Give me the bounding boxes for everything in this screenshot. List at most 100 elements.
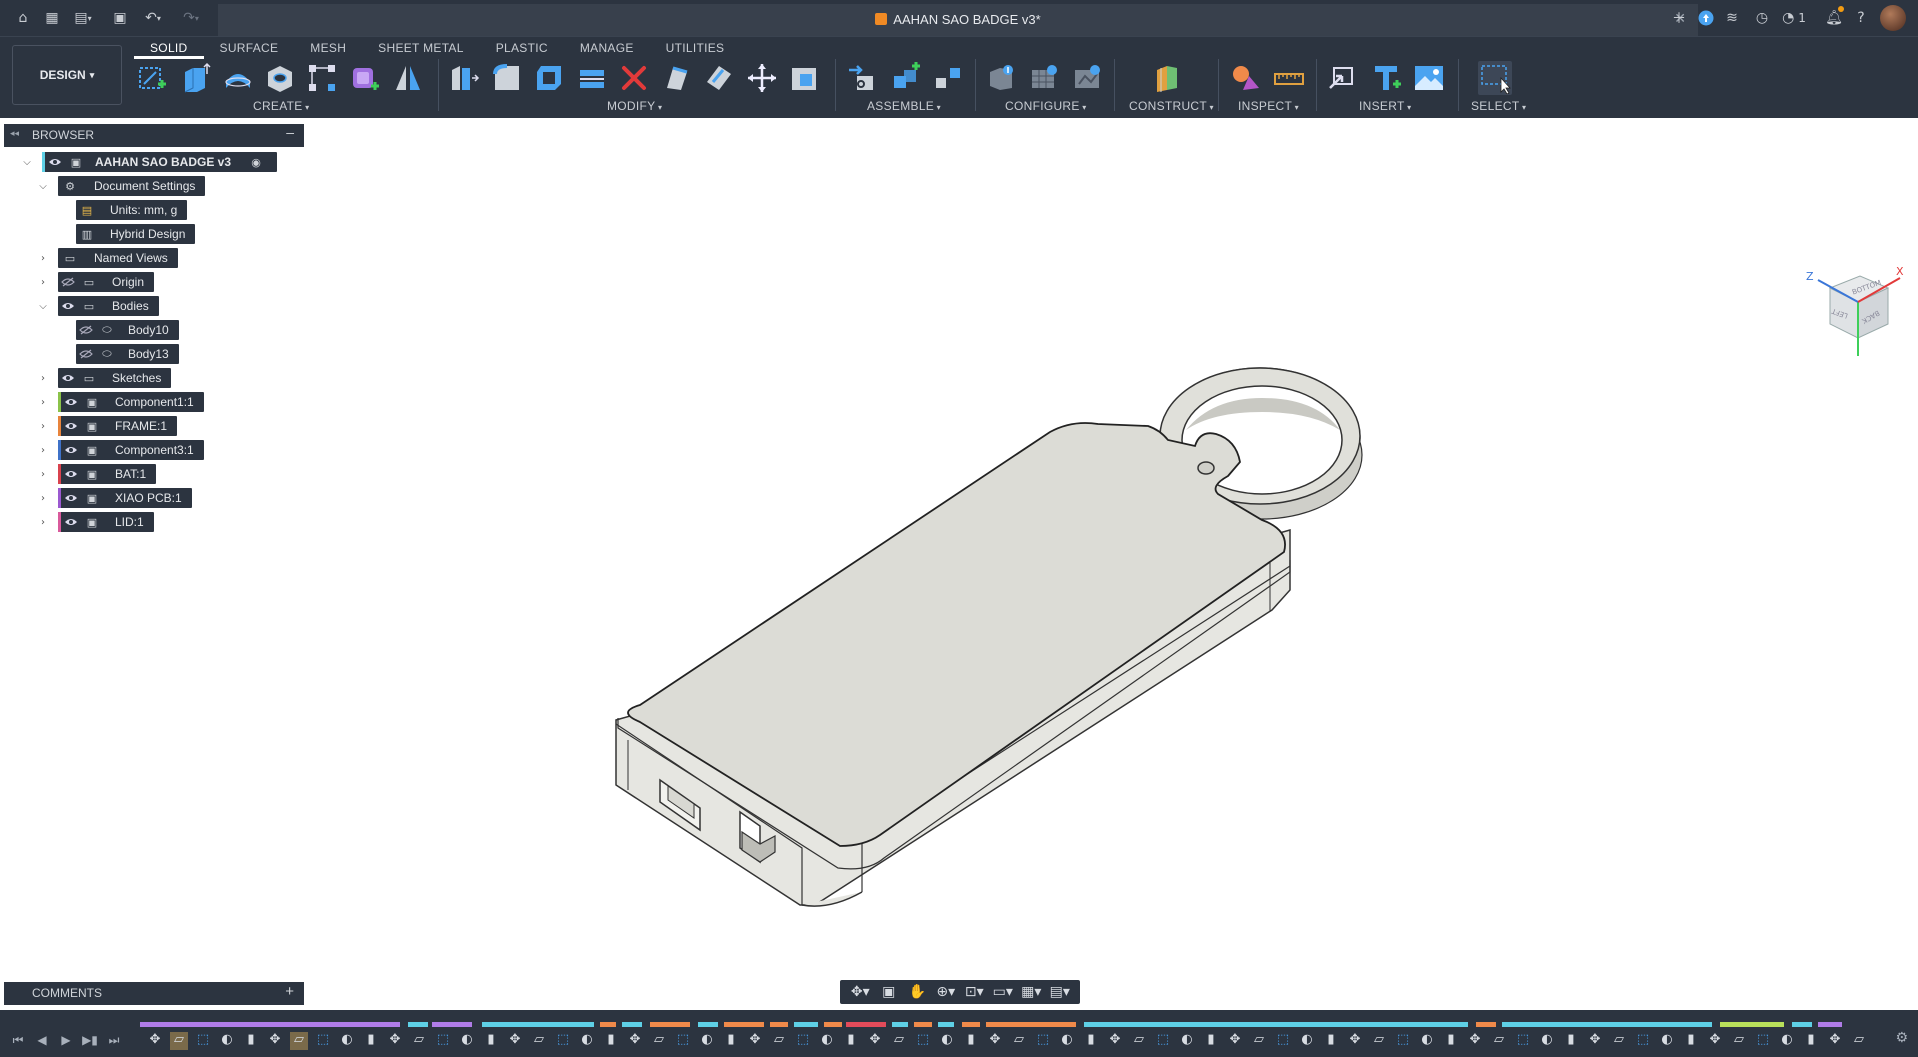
construct-plane-icon[interactable]	[1150, 61, 1184, 95]
save-icon[interactable]: ▣	[110, 8, 130, 28]
move-icon[interactable]	[745, 61, 779, 95]
help-icon[interactable]: ?	[1851, 8, 1871, 28]
timeline-feature-icon[interactable]: ✥	[626, 1032, 644, 1050]
tree-node-root[interactable]: ▣ AAHAN SAO BADGE v3 ◉	[42, 152, 278, 172]
timeline-feature-icon[interactable]: ▮	[1802, 1032, 1820, 1050]
chevron-right-icon[interactable]: ›	[36, 275, 50, 289]
redo-icon[interactable]: ↷ ▾	[176, 8, 206, 28]
insert-menu[interactable]: INSERT	[1359, 99, 1411, 113]
timeline-feature-icon[interactable]: ▮	[1562, 1032, 1580, 1050]
timeline-feature-icon[interactable]: ✥	[386, 1032, 404, 1050]
timeline-feature-icon[interactable]: ◐	[1418, 1032, 1436, 1050]
chevron-right-icon[interactable]: ›	[36, 443, 50, 457]
chevron-down-icon[interactable]: ⌵	[20, 155, 34, 169]
fillet-icon[interactable]	[490, 61, 524, 95]
timeline-feature-icon[interactable]: ▱	[170, 1032, 188, 1050]
orbit-icon[interactable]: ✥▾	[848, 982, 872, 1002]
timeline-feature-icon[interactable]: ✥	[146, 1032, 164, 1050]
viewports-icon[interactable]: ▤▾	[1048, 982, 1072, 1002]
timeline-feature-icon[interactable]: ▱	[770, 1032, 788, 1050]
timeline-feature-icon[interactable]: ▮	[1442, 1032, 1460, 1050]
eye-hidden-icon[interactable]	[76, 344, 96, 364]
timeline-feature-icon[interactable]: ⬚	[674, 1032, 692, 1050]
tree-node-body10[interactable]: ⬭ Body10	[76, 320, 179, 340]
timeline-feature-icon[interactable]: ⬚	[1394, 1032, 1412, 1050]
timeline-feature-icon[interactable]: ✥	[1106, 1032, 1124, 1050]
timeline-feature-icon[interactable]: ▮	[602, 1032, 620, 1050]
timeline-feature-icon[interactable]: ▱	[410, 1032, 428, 1050]
mirror-icon[interactable]	[391, 61, 425, 95]
timeline-feature-icon[interactable]: ◐	[1538, 1032, 1556, 1050]
minimize-icon[interactable]: –	[286, 124, 294, 140]
chevron-right-icon[interactable]: ›	[36, 467, 50, 481]
eye-icon[interactable]	[45, 152, 65, 172]
pan-icon[interactable]: ✋	[905, 982, 929, 1002]
timeline-prev-icon[interactable]: ◀	[34, 1032, 50, 1048]
activity-icon[interactable]: ◷	[1752, 8, 1772, 28]
new-tab-icon[interactable]: ＋	[1669, 8, 1689, 28]
timeline-feature-icon[interactable]: ▱	[290, 1032, 308, 1050]
eye-icon[interactable]	[61, 440, 81, 460]
tab-utilities[interactable]: UTILITIES	[650, 37, 741, 59]
timeline-feature-icon[interactable]: ▱	[1250, 1032, 1268, 1050]
timeline-feature-icon[interactable]: ▮	[842, 1032, 860, 1050]
timeline-feature-icon[interactable]: ◐	[698, 1032, 716, 1050]
look-at-icon[interactable]: ▣	[877, 982, 901, 1002]
split-body-icon[interactable]	[575, 61, 609, 95]
window-select-icon[interactable]	[1478, 61, 1512, 95]
tree-node-bat[interactable]: ▣ BAT:1	[58, 464, 157, 484]
timeline-feature-icon[interactable]: ◐	[218, 1032, 236, 1050]
create-sketch-icon[interactable]	[135, 61, 169, 95]
timeline-feature-icon[interactable]: ✥	[266, 1032, 284, 1050]
insert-derive-icon[interactable]	[1325, 61, 1359, 95]
zoom-icon[interactable]: ⊕▾	[934, 982, 958, 1002]
tree-node-body13[interactable]: ⬭ Body13	[76, 344, 179, 364]
chevron-down-icon[interactable]: ⌵	[36, 299, 50, 313]
timeline-feature-icon[interactable]: ▮	[1202, 1032, 1220, 1050]
as-built-joint-icon[interactable]	[931, 61, 965, 95]
chevron-right-icon[interactable]: ›	[36, 419, 50, 433]
revolve-icon[interactable]	[221, 61, 255, 95]
tab-mesh[interactable]: MESH	[294, 37, 362, 59]
gear-icon[interactable]: ⚙	[1895, 1030, 1908, 1046]
avatar[interactable]	[1880, 5, 1906, 31]
comments-panel-header[interactable]: COMMENTS +	[4, 982, 304, 1005]
timeline-feature-icon[interactable]: ◐	[1778, 1032, 1796, 1050]
timeline-feature-icon[interactable]: ▱	[1610, 1032, 1628, 1050]
insert-canvas-icon[interactable]	[1412, 61, 1446, 95]
file-icon[interactable]: ▤ ▾	[70, 8, 96, 28]
timeline-play-icon[interactable]: ▶	[58, 1032, 74, 1048]
assemble-menu[interactable]: ASSEMBLE	[867, 99, 941, 113]
tab-solid[interactable]: SOLID	[134, 37, 204, 59]
timeline-end-icon[interactable]: ⏭	[106, 1032, 122, 1048]
tree-node-xiao-pcb[interactable]: ▣ XIAO PCB:1	[58, 488, 192, 508]
configure-table-icon[interactable]	[1027, 61, 1061, 95]
timeline-feature-icon[interactable]: ✥	[1466, 1032, 1484, 1050]
timeline-feature-icon[interactable]: ✥	[1706, 1032, 1724, 1050]
undo-icon[interactable]: ↶ ▾	[138, 8, 168, 28]
hole-icon[interactable]	[263, 61, 297, 95]
fit-icon[interactable]: ⊡▾	[962, 982, 986, 1002]
timeline-feature-icon[interactable]: ▱	[1490, 1032, 1508, 1050]
timeline-next-icon[interactable]: ▶▮	[82, 1032, 98, 1048]
extrude-icon[interactable]	[178, 61, 212, 95]
chevron-right-icon[interactable]: ›	[36, 515, 50, 529]
timeline-feature-icon[interactable]: ✥	[986, 1032, 1004, 1050]
timeline-feature-icon[interactable]: ⬚	[1034, 1032, 1052, 1050]
modify-menu[interactable]: MODIFY	[607, 99, 662, 113]
timeline-feature-icon[interactable]: ⬚	[194, 1032, 212, 1050]
tab-surface[interactable]: SURFACE	[204, 37, 295, 59]
configure-rule-icon[interactable]	[1070, 61, 1104, 95]
workspace-switcher[interactable]: DESIGN ▾	[12, 45, 122, 105]
tree-node-component3[interactable]: ▣ Component3:1	[58, 440, 204, 460]
badge-model[interactable]	[0, 118, 1918, 978]
timeline-feature-icon[interactable]: ✥	[746, 1032, 764, 1050]
tree-node-units[interactable]: ▤ Units: mm, g	[76, 200, 188, 220]
timeline-feature-icon[interactable]: ▮	[242, 1032, 260, 1050]
interference-icon[interactable]	[1228, 61, 1262, 95]
timeline-feature-icon[interactable]: ◐	[458, 1032, 476, 1050]
timeline-feature-icon[interactable]: ▱	[530, 1032, 548, 1050]
timeline-track[interactable]: ✥ ▱ ⬚ ◐ ▮ ✥ ▱ ⬚ ◐ ▮ ✥ ▱ ⬚ ◐ ▮ ✥ ▱ ⬚ ◐ ▮ ✥ ▱ ⬚ ◐ ▮ ✥ ▱ ⬚ ◐ ▮ ✥ ▱ ⬚ ◐ ▮ ✥ ▱ ⬚ ◐ ▮…	[140, 1016, 1870, 1056]
timeline-feature-icon[interactable]: ◐	[1178, 1032, 1196, 1050]
rectangular-pattern-icon[interactable]	[305, 61, 339, 95]
